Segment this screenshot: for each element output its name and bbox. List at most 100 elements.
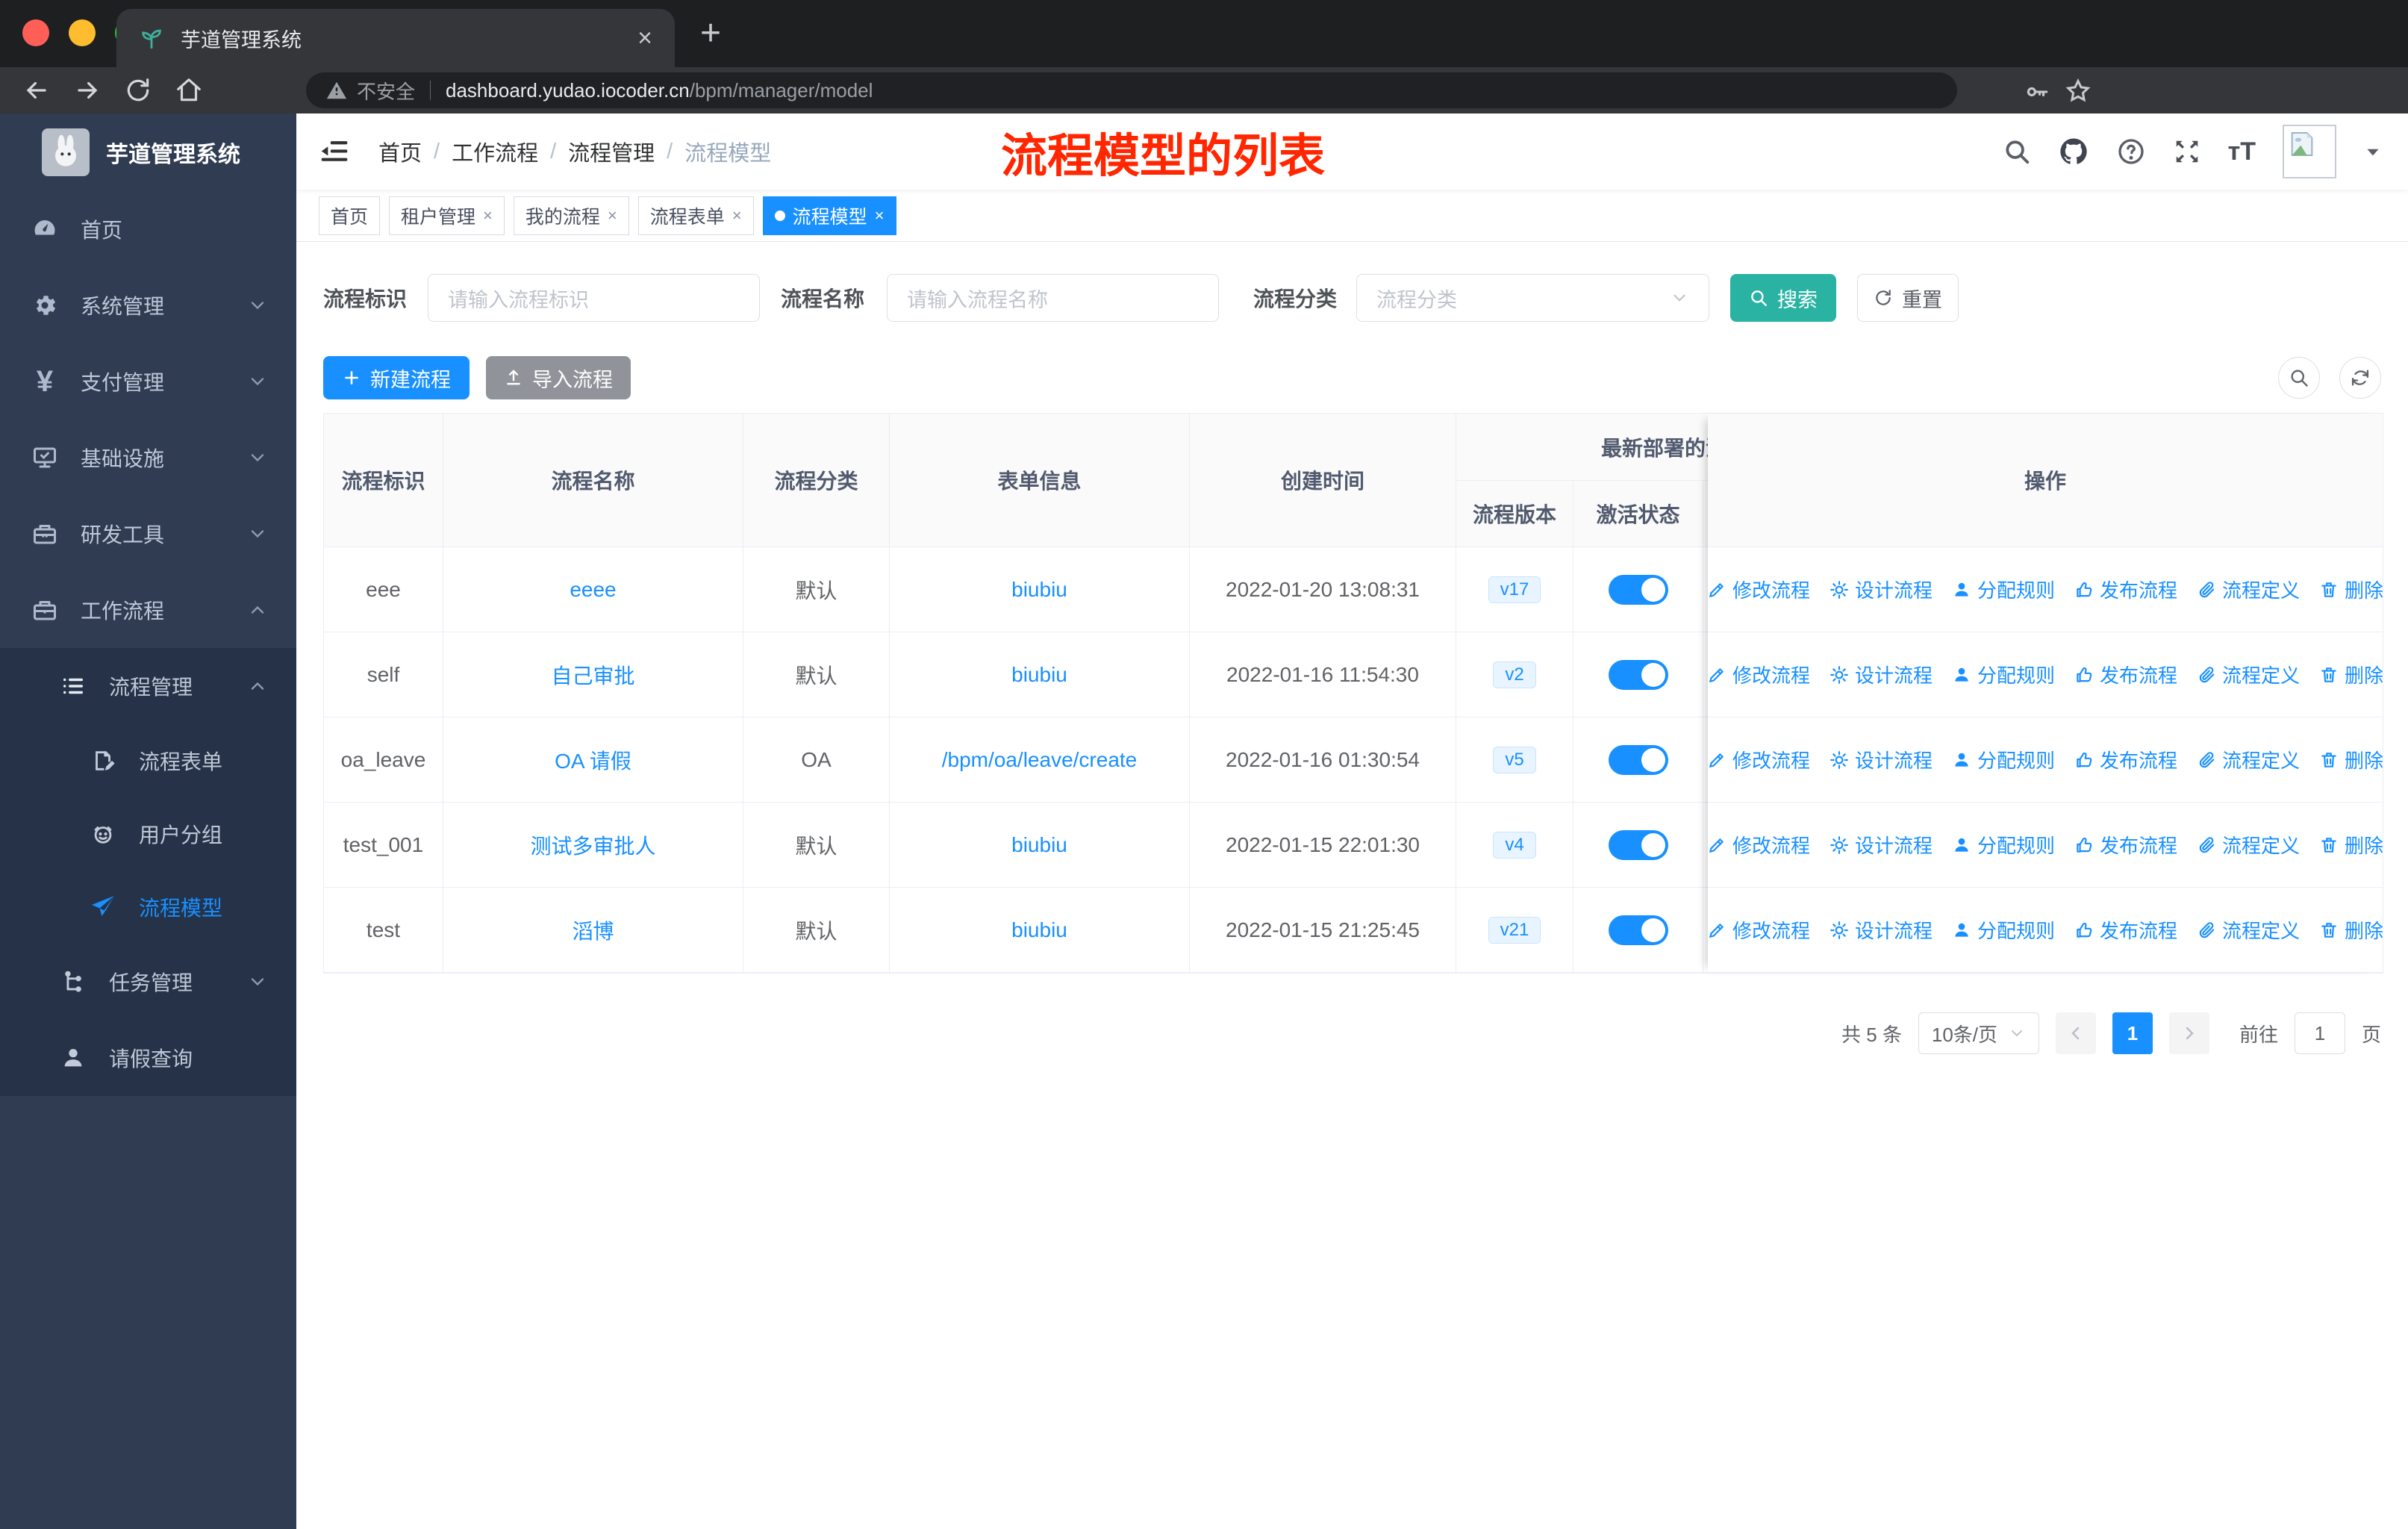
- tag-my-flow[interactable]: 我的流程 ×: [513, 196, 629, 235]
- page-number-1[interactable]: 1: [2112, 1012, 2153, 1054]
- delete-link[interactable]: 删除: [2319, 831, 2383, 859]
- assign-rule-link[interactable]: 分配规则: [1952, 661, 2055, 688]
- process-key-input[interactable]: 请输入流程标识: [428, 274, 761, 322]
- home-icon[interactable]: [175, 76, 203, 105]
- sidebar-item-home[interactable]: 首页: [0, 191, 296, 267]
- cell-form-info-link[interactable]: /bpm/oa/leave/create: [890, 717, 1190, 803]
- caret-down-icon[interactable]: [2363, 142, 2383, 161]
- search-button[interactable]: 搜索: [1730, 274, 1837, 322]
- reload-icon[interactable]: [124, 76, 152, 105]
- tag-flow-form[interactable]: 流程表单 ×: [637, 196, 754, 235]
- search-icon[interactable]: [2003, 137, 2031, 166]
- sidebar-item-process-form[interactable]: 流程表单: [0, 724, 296, 797]
- back-icon[interactable]: [22, 76, 51, 105]
- create-process-button[interactable]: 新建流程: [323, 356, 470, 399]
- bookmark-star-icon[interactable]: [2065, 78, 2092, 105]
- sidebar-collapse-icon[interactable]: [319, 137, 350, 166]
- process-category-select[interactable]: 流程分类: [1356, 274, 1710, 322]
- address-bar[interactable]: 不安全 dashboard.yudao.iocoder.cn/bpm/manag…: [306, 72, 1957, 108]
- modify-process-link[interactable]: 修改流程: [1707, 916, 1810, 944]
- delete-link[interactable]: 删除: [2319, 916, 2383, 944]
- design-process-link[interactable]: 设计流程: [1830, 576, 1933, 603]
- sidebar-item-process-management[interactable]: 流程管理: [0, 648, 296, 724]
- tag-flow-model[interactable]: 流程模型 ×: [762, 196, 896, 235]
- reset-button[interactable]: 重置: [1857, 274, 1959, 322]
- next-page-button[interactable]: [2168, 1012, 2209, 1054]
- active-toggle[interactable]: [1608, 915, 1668, 945]
- font-size-icon[interactable]: тT: [2228, 137, 2256, 166]
- user-avatar[interactable]: [2283, 125, 2336, 178]
- publish-process-link[interactable]: 发布流程: [2074, 576, 2177, 603]
- process-definition-link[interactable]: 流程定义: [2197, 576, 2300, 603]
- sidebar-item-payment[interactable]: ¥ 支付管理: [0, 343, 296, 420]
- sidebar-item-infrastructure[interactable]: 基础设施: [0, 420, 296, 496]
- page-size-select[interactable]: 10条/页: [1918, 1012, 2039, 1054]
- cell-process-name-link[interactable]: OA 请假: [443, 717, 743, 803]
- cell-process-name-link[interactable]: eeee: [443, 547, 743, 632]
- active-toggle[interactable]: [1608, 744, 1668, 775]
- cell-form-info-link[interactable]: biubiu: [890, 547, 1190, 632]
- close-window-button[interactable]: [22, 19, 49, 46]
- delete-link[interactable]: 删除: [2319, 576, 2383, 603]
- sidebar-item-system[interactable]: 系统管理: [0, 267, 296, 343]
- forward-icon[interactable]: [73, 76, 102, 105]
- cell-form-info-link[interactable]: biubiu: [890, 632, 1190, 717]
- active-toggle[interactable]: [1608, 659, 1668, 690]
- prev-page-button[interactable]: [2055, 1012, 2096, 1054]
- github-icon[interactable]: [2058, 136, 2089, 167]
- cell-process-name-link[interactable]: 测试多审批人: [443, 803, 743, 888]
- password-key-icon[interactable]: [2024, 79, 2050, 105]
- active-toggle[interactable]: [1608, 829, 1668, 860]
- publish-process-link[interactable]: 发布流程: [2074, 916, 2177, 944]
- process-definition-link[interactable]: 流程定义: [2197, 831, 2300, 859]
- tag-tenant[interactable]: 租户管理 ×: [389, 196, 505, 235]
- design-process-link[interactable]: 设计流程: [1830, 916, 1933, 944]
- close-icon[interactable]: ×: [875, 206, 885, 225]
- delete-link[interactable]: 删除: [2319, 661, 2383, 688]
- sidebar-item-devtools[interactable]: 研发工具: [0, 496, 296, 572]
- design-process-link[interactable]: 设计流程: [1830, 746, 1933, 773]
- assign-rule-link[interactable]: 分配规则: [1952, 746, 2055, 773]
- modify-process-link[interactable]: 修改流程: [1707, 831, 1810, 859]
- cell-process-name-link[interactable]: 滔博: [443, 888, 743, 973]
- design-process-link[interactable]: 设计流程: [1830, 661, 1933, 688]
- publish-process-link[interactable]: 发布流程: [2074, 831, 2177, 859]
- breadcrumb-home[interactable]: 首页: [378, 136, 422, 167]
- sidebar-item-process-model[interactable]: 流程模型: [0, 871, 296, 944]
- assign-rule-link[interactable]: 分配规则: [1952, 576, 2055, 603]
- cell-form-info-link[interactable]: biubiu: [890, 803, 1190, 888]
- modify-process-link[interactable]: 修改流程: [1707, 661, 1810, 688]
- cell-process-name-link[interactable]: 自己审批: [443, 632, 743, 717]
- active-toggle[interactable]: [1608, 574, 1668, 605]
- breadcrumb-workflow[interactable]: 工作流程: [452, 136, 538, 167]
- sidebar-item-workflow[interactable]: 工作流程: [0, 572, 296, 648]
- assign-rule-link[interactable]: 分配规则: [1952, 831, 2055, 859]
- sidebar-item-user-group[interactable]: 用户分组: [0, 797, 296, 871]
- goto-page-input[interactable]: 1: [2294, 1012, 2345, 1054]
- tab-close-icon[interactable]: ×: [637, 25, 652, 51]
- minimize-window-button[interactable]: [69, 19, 96, 46]
- process-definition-link[interactable]: 流程定义: [2197, 661, 2300, 688]
- close-icon[interactable]: ×: [608, 206, 617, 225]
- breadcrumb-process-management[interactable]: 流程管理: [568, 136, 655, 167]
- close-icon[interactable]: ×: [483, 206, 493, 225]
- show-search-button[interactable]: [2278, 357, 2320, 399]
- modify-process-link[interactable]: 修改流程: [1707, 746, 1810, 773]
- sidebar-item-leave-query[interactable]: 请假查询: [0, 1020, 296, 1096]
- design-process-link[interactable]: 设计流程: [1830, 831, 1933, 859]
- tag-home[interactable]: 首页: [319, 196, 381, 235]
- app-logo[interactable]: 芋道管理系统: [0, 113, 296, 191]
- cell-form-info-link[interactable]: biubiu: [890, 888, 1190, 973]
- new-tab-button[interactable]: +: [700, 13, 721, 54]
- process-definition-link[interactable]: 流程定义: [2197, 916, 2300, 944]
- assign-rule-link[interactable]: 分配规则: [1952, 916, 2055, 944]
- sidebar-item-task-management[interactable]: 任务管理: [0, 944, 296, 1020]
- process-name-input[interactable]: 请输入流程名称: [887, 274, 1220, 322]
- modify-process-link[interactable]: 修改流程: [1707, 576, 1810, 603]
- publish-process-link[interactable]: 发布流程: [2074, 661, 2177, 688]
- process-definition-link[interactable]: 流程定义: [2197, 746, 2300, 773]
- help-icon[interactable]: [2116, 137, 2146, 166]
- close-icon[interactable]: ×: [732, 206, 742, 225]
- refresh-table-button[interactable]: [2339, 357, 2381, 399]
- delete-link[interactable]: 删除: [2319, 746, 2383, 773]
